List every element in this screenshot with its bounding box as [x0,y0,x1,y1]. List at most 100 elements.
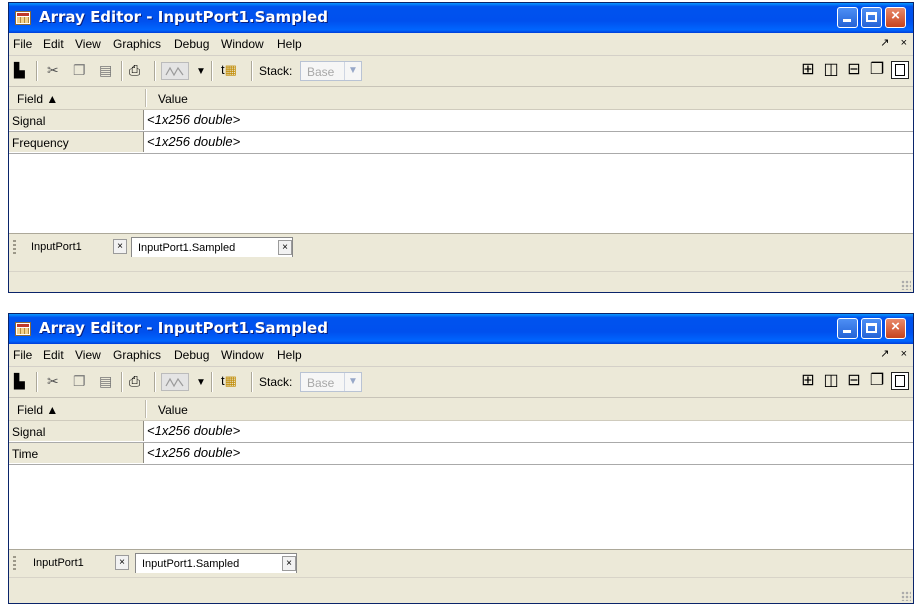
cut-icon[interactable]: ✂ [47,373,59,389]
close-button[interactable]: × [885,318,906,339]
stack-select[interactable]: Base ▼ [300,61,362,81]
copy-icon[interactable]: ❐ [73,62,86,78]
value-column-header[interactable]: Value [158,92,188,106]
toolbar-separator [121,61,123,81]
top-bottom-split-icon[interactable]: ⊟ [845,372,863,390]
field-cell[interactable]: Signal [9,110,144,130]
maximize-button[interactable] [861,7,882,28]
plot-button[interactable] [161,373,189,391]
print-icon[interactable]: ⎙ [129,62,140,78]
menu-window[interactable]: Window [221,37,264,51]
menu-file[interactable]: File [13,348,32,362]
field-cell[interactable]: Time [9,443,144,463]
close-tab-icon[interactable]: × [282,556,296,571]
menu-bar: File Edit View Graphics Debug Window Hel… [9,344,913,367]
column-divider[interactable] [145,89,147,107]
minimize-button[interactable] [837,318,858,339]
copy-icon[interactable]: ❐ [73,373,86,389]
menu-view[interactable]: View [75,348,101,362]
dropdown-arrow-icon[interactable]: ▼ [196,64,206,80]
toolbar-separator [154,372,156,392]
maximize-icon[interactable] [891,372,909,390]
maximize-button[interactable] [861,318,882,339]
menu-edit[interactable]: Edit [43,37,64,51]
title-bar[interactable]: Array Editor - InputPort1.Sampled × [9,314,913,344]
field-column-header[interactable]: Field ▲ [17,403,58,417]
menu-view[interactable]: View [75,37,101,51]
menu-debug[interactable]: Debug [174,37,209,51]
value-cell[interactable]: <1x256 double> [147,423,240,438]
close-document-icon[interactable]: × [901,37,907,49]
menu-help[interactable]: Help [277,348,302,362]
close-document-icon[interactable]: × [901,348,907,360]
toolbar-separator [211,372,213,392]
toolbar-separator [251,372,253,392]
field-column-header[interactable]: Field ▲ [17,92,58,106]
paste-icon[interactable]: ▤ [99,62,112,78]
cut-icon[interactable]: ✂ [47,62,59,78]
close-tab-icon[interactable]: × [113,239,127,254]
toolbar-separator [121,372,123,392]
tile-icon[interactable]: ⊞ [799,61,817,79]
menu-edit[interactable]: Edit [43,348,64,362]
value-cell[interactable]: <1x256 double> [147,134,240,149]
resize-grip-icon[interactable] [901,280,911,290]
grip-handle[interactable] [13,240,16,254]
table-row[interactable]: Signal <1x256 double> [9,110,913,132]
field-cell[interactable]: Frequency [9,132,144,152]
menu-graphics[interactable]: Graphics [113,37,161,51]
stack-select[interactable]: Base ▼ [300,372,362,392]
close-tab-icon[interactable]: × [115,555,129,570]
toolbar-separator [36,372,38,392]
table-row[interactable]: Time <1x256 double> [9,443,913,465]
float-icon[interactable]: ❐ [868,372,886,390]
tab-inputport1-sampled[interactable]: InputPort1.Sampled × [131,237,293,257]
plot-button[interactable] [161,62,189,80]
title-bar[interactable]: Array Editor - InputPort1.Sampled × [9,3,913,33]
undock-icon[interactable]: ↗ [880,348,889,360]
array-editor-icon [15,11,31,25]
import-data-icon[interactable]: ▙ [14,62,25,78]
tab-label: InputPort1 [31,241,82,253]
value-cell[interactable]: <1x256 double> [147,445,240,460]
tab-label: InputPort1 [33,557,84,569]
menu-help[interactable]: Help [277,37,302,51]
menu-window[interactable]: Window [221,348,264,362]
resize-grip-icon[interactable] [901,591,911,601]
paste-icon[interactable]: ▤ [99,373,112,389]
array-editor-window-2: Array Editor - InputPort1.Sampled × File… [8,313,914,604]
top-bottom-split-icon[interactable]: ⊟ [845,61,863,79]
left-right-split-icon[interactable]: ◫ [822,61,840,79]
value-cell[interactable]: <1x256 double> [147,112,240,127]
grip-handle[interactable] [13,556,16,570]
plot-icon [165,377,184,388]
close-button[interactable]: × [885,7,906,28]
menu-graphics[interactable]: Graphics [113,348,161,362]
print-icon[interactable]: ⎙ [129,373,140,389]
field-cell[interactable]: Signal [9,421,144,441]
dropdown-arrow-icon[interactable]: ▼ [196,375,206,391]
menu-right-controls: ↗ × [872,36,907,49]
stack-up-icon[interactable]: t▦ [221,373,237,389]
tab-inputport1[interactable]: InputPort1 × [25,553,131,573]
document-tab-strip: InputPort1 × InputPort1.Sampled × [9,233,913,260]
close-tab-icon[interactable]: × [278,240,292,255]
left-right-split-icon[interactable]: ◫ [822,372,840,390]
value-column-header[interactable]: Value [158,403,188,417]
chevron-down-icon: ▼ [344,62,361,80]
stack-up-icon[interactable]: t▦ [221,62,237,78]
minimize-button[interactable] [837,7,858,28]
maximize-icon[interactable] [891,61,909,79]
undock-icon[interactable]: ↗ [880,37,889,49]
tab-inputport1[interactable]: InputPort1 × [25,237,127,257]
menu-debug[interactable]: Debug [174,348,209,362]
table-row[interactable]: Frequency <1x256 double> [9,132,913,154]
import-data-icon[interactable]: ▙ [14,373,25,389]
menu-file[interactable]: File [13,37,32,51]
tile-icon[interactable]: ⊞ [799,372,817,390]
float-icon[interactable]: ❐ [868,61,886,79]
tab-inputport1-sampled[interactable]: InputPort1.Sampled × [135,553,297,573]
column-divider[interactable] [145,400,147,418]
table-row[interactable]: Signal <1x256 double> [9,421,913,443]
variable-grid: Field ▲ Value Signal <1x256 double> Time… [9,398,913,549]
